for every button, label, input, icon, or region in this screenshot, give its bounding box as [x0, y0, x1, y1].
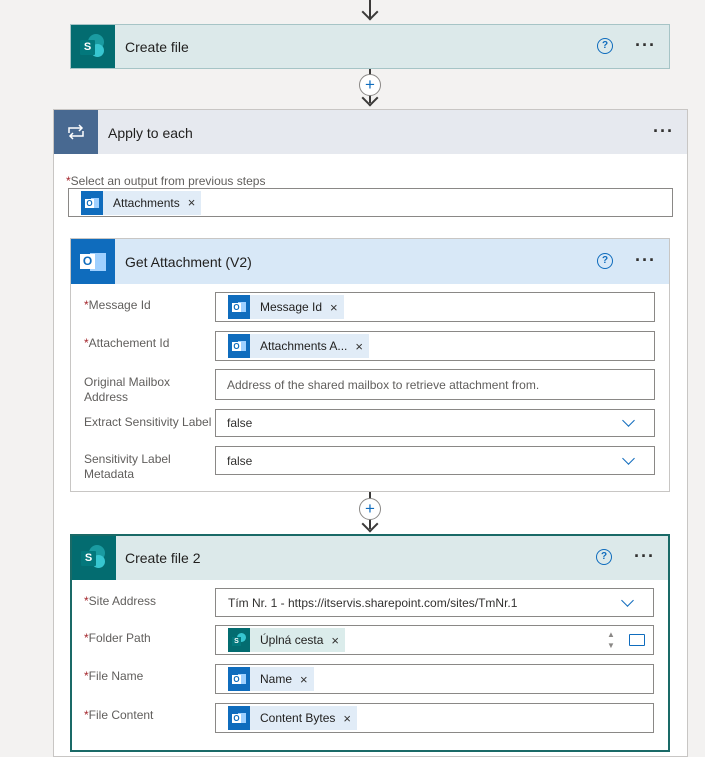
outlook-icon: O	[228, 667, 250, 691]
original-mailbox-label: Original Mailbox Address	[84, 375, 171, 404]
card-title: Get Attachment (V2)	[125, 254, 252, 270]
site-address-select[interactable]: Tím Nr. 1 - https://itservis.sharepoint.…	[215, 588, 654, 617]
chevron-down-icon	[622, 414, 635, 427]
outlook-icon: O	[228, 295, 250, 319]
loop-title: Apply to each	[108, 125, 193, 141]
token-name[interactable]: O Name ×	[228, 667, 314, 691]
remove-token-icon[interactable]: ×	[330, 300, 338, 315]
help-icon[interactable]: ?	[596, 549, 612, 565]
token-content-bytes[interactable]: O Content Bytes ×	[228, 706, 357, 730]
remove-token-icon[interactable]: ×	[331, 633, 339, 648]
chevron-down-icon	[621, 594, 634, 607]
create-file-card[interactable]: S Create file ? ···	[70, 24, 670, 69]
help-icon[interactable]: ?	[597, 38, 613, 54]
folder-path-label: *Folder Path	[84, 631, 151, 645]
remove-token-icon[interactable]: ×	[188, 195, 196, 210]
message-id-label: *Message Id	[84, 298, 151, 312]
sensitivity-metadata-select[interactable]: false	[215, 446, 655, 475]
remove-token-icon[interactable]: ×	[355, 339, 363, 354]
extract-sensitivity-select[interactable]: false	[215, 409, 655, 437]
chevron-down-icon	[622, 452, 635, 465]
token-attachments[interactable]: O Attachments ×	[81, 190, 202, 215]
remove-token-icon[interactable]: ×	[300, 672, 308, 687]
token-uplna-cesta[interactable]: S Úplná cesta ×	[228, 628, 345, 652]
remove-token-icon[interactable]: ×	[343, 711, 351, 726]
card-header[interactable]: S Create file 2 ? ···	[72, 536, 668, 580]
file-content-field[interactable]: O Content Bytes ×	[215, 703, 654, 733]
extract-sensitivity-label: Extract Sensitivity Label	[84, 415, 212, 429]
original-mailbox-input[interactable]: Address of the shared mailbox to retriev…	[215, 369, 655, 400]
more-options-icon[interactable]: ···	[653, 122, 674, 140]
file-content-label: *File Content	[84, 708, 154, 722]
select-output-label: *Select an output from previous steps	[66, 174, 266, 188]
loop-header[interactable]: Apply to each ···	[54, 110, 687, 154]
sharepoint-icon: S	[71, 25, 115, 68]
token-message-id[interactable]: O Message Id ×	[228, 295, 344, 319]
loop-icon	[54, 110, 98, 154]
card-header[interactable]: O Get Attachment (V2) ? ···	[71, 239, 669, 284]
attachment-id-label: *Attachement Id	[84, 336, 170, 350]
sensitivity-metadata-label: Sensitivity Label Metadata	[84, 452, 171, 481]
outlook-icon: O	[228, 706, 250, 730]
folder-path-field[interactable]: S Úplná cesta × ▲ ▼	[215, 625, 654, 655]
stepper-icon[interactable]: ▲ ▼	[607, 629, 615, 651]
more-options-icon[interactable]: ···	[634, 547, 655, 565]
outlook-icon: O	[228, 334, 250, 358]
outlook-icon: O	[81, 190, 103, 215]
token-attachments-id[interactable]: O Attachments A... ×	[228, 334, 369, 358]
select-output-field[interactable]: O Attachments ×	[68, 188, 673, 217]
card-title: Create file 2	[125, 550, 201, 566]
message-id-field[interactable]: O Message Id ×	[215, 292, 655, 322]
attachment-id-field[interactable]: O Attachments A... ×	[215, 331, 655, 361]
folder-icon[interactable]	[629, 634, 645, 646]
sharepoint-icon: S	[228, 628, 250, 652]
site-address-label: *Site Address	[84, 594, 157, 608]
help-icon[interactable]: ?	[597, 253, 613, 269]
sharepoint-icon: S	[72, 536, 116, 580]
card-title: Create file	[125, 39, 189, 55]
file-name-label: *File Name	[84, 669, 144, 683]
file-name-field[interactable]: O Name ×	[215, 664, 654, 694]
more-options-icon[interactable]: ···	[635, 36, 656, 54]
arrow-down-icon	[361, 3, 379, 21]
outlook-icon: O	[71, 239, 115, 284]
more-options-icon[interactable]: ···	[635, 251, 656, 269]
